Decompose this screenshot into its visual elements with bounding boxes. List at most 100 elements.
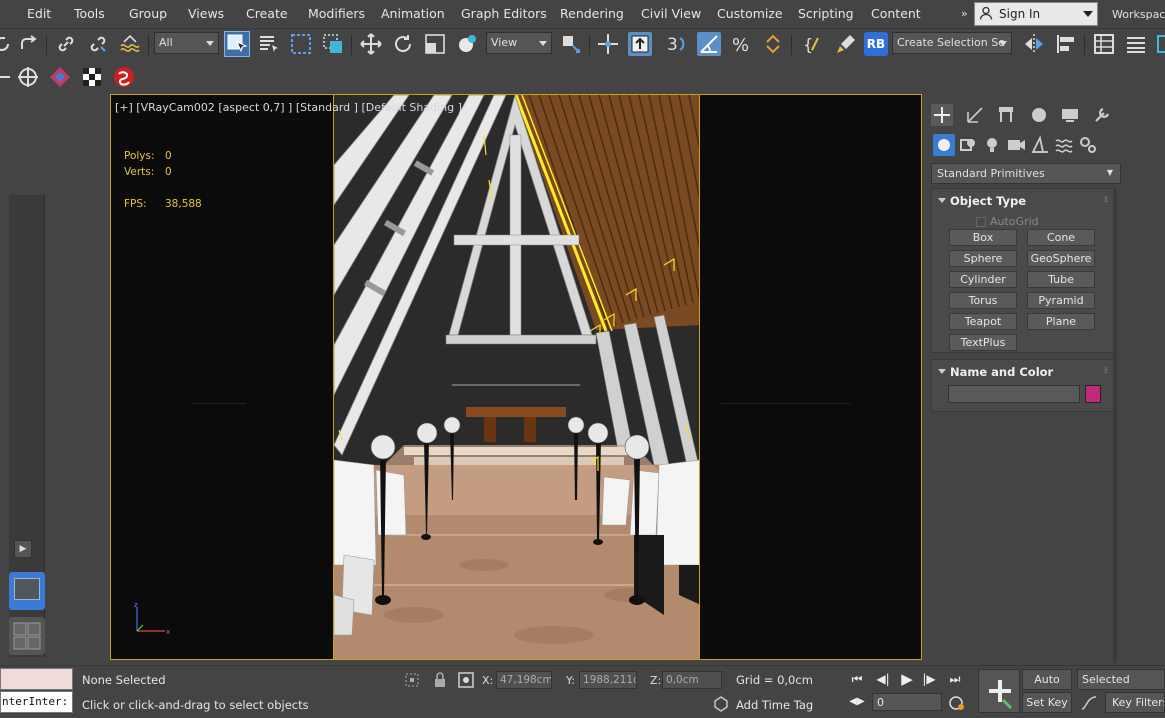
crosshair-icon[interactable] [16, 65, 40, 89]
collapse-triangle-icon[interactable] [938, 369, 946, 374]
menu-create[interactable]: Create [246, 6, 288, 21]
align-icon[interactable] [1054, 32, 1078, 56]
link-icon[interactable] [54, 32, 78, 56]
absolute-transform-icon[interactable] [457, 671, 475, 689]
maxscript-mini-listener-input[interactable]: nterInter: [0, 691, 73, 713]
menu-tools[interactable]: Tools [74, 6, 105, 21]
tube-button[interactable]: Tube [1027, 271, 1095, 288]
select-object-icon[interactable] [224, 31, 250, 57]
previous-frame-icon[interactable]: ◀| [874, 670, 892, 688]
rollout-grip-icon[interactable]: ⁞⁞ [1104, 195, 1108, 204]
menu-customize[interactable]: Customize [717, 6, 783, 21]
viewport-label-menu[interactable]: [+] [VRayCam002 [aspect 0,7] ] [Standard… [115, 101, 462, 114]
workspaces-selector[interactable]: Workspace [1112, 8, 1165, 21]
maxscript-listener-output[interactable] [0, 668, 73, 690]
object-type-title[interactable]: Object Type [950, 194, 1026, 208]
menu-scripting[interactable]: Scripting [798, 6, 854, 21]
mirror-icon[interactable] [1022, 32, 1046, 56]
set-key-button[interactable]: Set Key [1022, 692, 1072, 713]
redo-icon[interactable] [16, 32, 40, 56]
select-and-scale-icon[interactable] [423, 32, 447, 56]
select-and-place-icon[interactable] [455, 32, 479, 56]
isolate-selection-icon[interactable] [403, 671, 421, 689]
rollout-grip-icon[interactable]: ⁞⁞ [1104, 366, 1108, 375]
cone-button[interactable]: Cone [1027, 229, 1095, 246]
space-warps-category-icon[interactable] [1053, 134, 1075, 156]
shapes-category-icon[interactable] [957, 134, 979, 156]
select-and-rotate-icon[interactable] [391, 32, 415, 56]
collapse-triangle-icon[interactable] [938, 198, 946, 203]
select-and-move-icon[interactable] [359, 32, 383, 56]
sign-in-dropdown[interactable]: » Sign In [961, 2, 1098, 26]
select-by-name-icon[interactable] [257, 32, 281, 56]
textplus-button[interactable]: TextPlus [949, 334, 1017, 351]
bind-space-warp-icon[interactable] [118, 32, 142, 56]
scene-explorer-icon[interactable] [1092, 32, 1116, 56]
create-selection-set-dropdown[interactable]: Create Selection Se [892, 32, 1012, 54]
cylinder-button[interactable]: Cylinder [949, 271, 1017, 288]
menu-modifiers[interactable]: Modifiers [308, 6, 365, 21]
modify-tab-icon[interactable] [964, 104, 986, 126]
toggle-ribbon-icon[interactable] [1156, 32, 1165, 56]
select-and-manipulate-icon[interactable] [596, 32, 620, 56]
menu-views[interactable]: Views [188, 6, 224, 21]
cameras-category-icon[interactable] [1005, 134, 1027, 156]
material-editor-icon[interactable] [0, 65, 16, 89]
autogrid-checkbox[interactable] [976, 217, 986, 227]
snaps-toggle-icon[interactable]: 3 [666, 32, 690, 56]
chevron-right-icon[interactable]: » [961, 7, 968, 20]
utilities-tab-wrench-icon[interactable] [1091, 104, 1113, 126]
menu-civil-view[interactable]: Civil View [641, 6, 701, 21]
rectangular-selection-icon[interactable] [289, 32, 313, 56]
motion-tab-icon[interactable] [1028, 104, 1050, 126]
pyramid-button[interactable]: Pyramid [1027, 292, 1095, 309]
quad-viewport-layout-icon[interactable] [9, 617, 45, 655]
add-time-tag-icon[interactable] [712, 695, 730, 713]
set-keys-button[interactable] [978, 669, 1020, 713]
sphere-button[interactable]: Sphere [949, 250, 1017, 267]
object-name-input[interactable] [948, 385, 1080, 403]
z-coord-field[interactable]: 0,0cm [662, 671, 722, 689]
camera-viewport[interactable]: [+] [VRayCam002 [aspect 0,7] ] [Standard… [110, 94, 922, 660]
hierarchy-tab-icon[interactable] [995, 104, 1017, 126]
key-selection-dropdown[interactable]: Selected [1077, 669, 1165, 690]
current-frame-field[interactable]: 0 [872, 693, 942, 711]
systems-category-icon[interactable] [1077, 134, 1099, 156]
window-crossing-icon[interactable] [321, 32, 345, 56]
menu-rendering[interactable]: Rendering [560, 6, 624, 21]
reference-coordinate-dropdown[interactable]: View [486, 32, 552, 54]
next-frame-icon[interactable]: |▶ [920, 670, 938, 688]
plane-button[interactable]: Plane [1027, 313, 1095, 330]
edit-named-selection-icon[interactable]: { [800, 32, 824, 56]
play-icon[interactable]: ▶ [898, 670, 916, 688]
render-setup-icon[interactable] [48, 65, 72, 89]
paint-selection-icon[interactable] [834, 32, 858, 56]
key-mode-toggle-icon[interactable]: ◀▶ [848, 693, 866, 711]
keyboard-shortcut-override-icon[interactable] [628, 32, 652, 56]
display-tab-icon[interactable] [1059, 104, 1081, 126]
layer-explorer-icon[interactable] [1124, 32, 1148, 56]
menu-graph-editors[interactable]: Graph Editors [461, 6, 547, 21]
time-configuration-icon[interactable] [948, 694, 966, 712]
plugin-logo-icon[interactable] [112, 65, 136, 89]
pivot-center-icon[interactable] [559, 32, 583, 56]
helpers-category-icon[interactable] [1029, 134, 1051, 156]
auto-key-button[interactable]: Auto Key [1022, 669, 1072, 705]
teapot-button[interactable]: Teapot [949, 313, 1017, 330]
menu-edit[interactable]: Edit [27, 6, 51, 21]
checker-render-icon[interactable] [80, 65, 104, 89]
rb-plugin-button[interactable]: RB [864, 32, 888, 56]
x-coord-field[interactable]: 47,198cm [496, 671, 552, 689]
unlink-icon[interactable] [86, 32, 110, 56]
menu-content[interactable]: Content [871, 6, 921, 21]
box-button[interactable]: Box [949, 229, 1017, 246]
name-and-color-title[interactable]: Name and Color [950, 365, 1053, 379]
expand-arrow-icon[interactable]: ▶ [14, 540, 32, 558]
geometry-category-icon[interactable] [933, 134, 955, 156]
menu-group[interactable]: Group [129, 6, 167, 21]
spinner-snap-icon[interactable] [761, 32, 785, 56]
geosphere-button[interactable]: GeoSphere [1027, 250, 1095, 267]
object-category-dropdown[interactable]: Standard Primitives ▼ [931, 163, 1121, 184]
percent-snap-icon[interactable]: % [729, 32, 753, 56]
go-to-start-icon[interactable]: ⏮ [848, 670, 866, 688]
